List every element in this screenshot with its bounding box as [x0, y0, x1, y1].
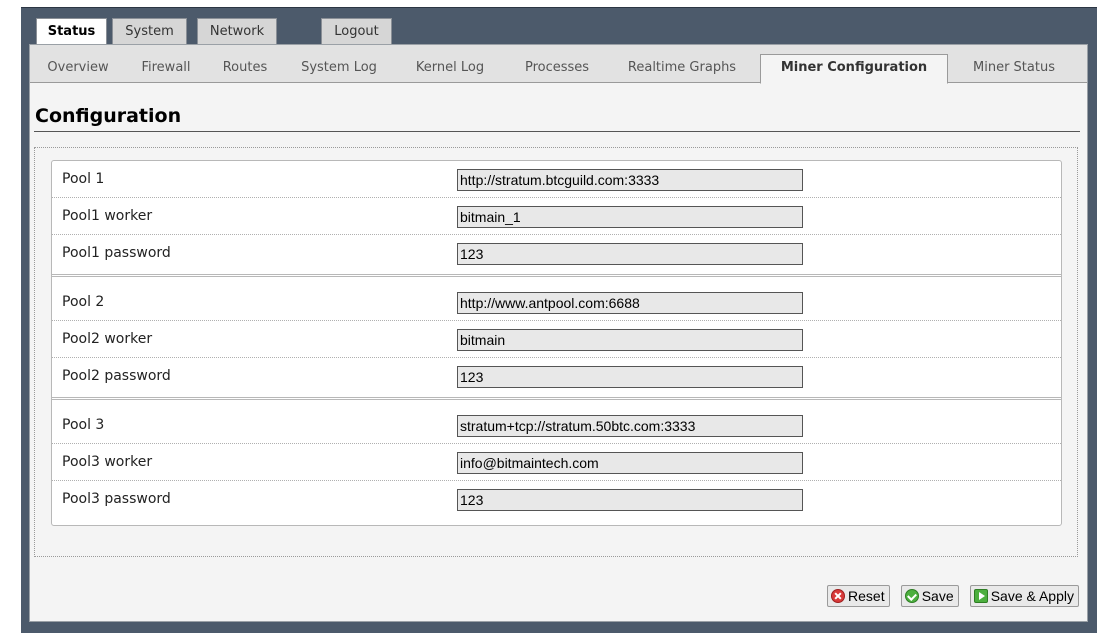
pool3-password-input[interactable]: [457, 489, 803, 511]
sub-tab-realtime-graphs[interactable]: Realtime Graphs: [612, 55, 752, 83]
title-divider: [34, 131, 1080, 132]
pool2-password-input[interactable]: [457, 366, 803, 388]
sub-tab-overview[interactable]: Overview: [38, 55, 118, 83]
save-apply-label: Save & Apply: [990, 588, 1074, 604]
save-apply-button[interactable]: Save & Apply: [969, 585, 1079, 607]
row-label: Pool3 worker: [62, 454, 153, 470]
save-apply-icon: [973, 589, 988, 603]
config-row-pool1-worker: Pool1 worker: [52, 198, 1061, 235]
pool-config-table: Pool 1 Pool1 worker Pool1 password Pool …: [51, 160, 1062, 526]
pool3-url-input[interactable]: [457, 415, 803, 437]
row-label: Pool1 worker: [62, 208, 153, 224]
top-tab-logout[interactable]: Logout: [321, 18, 392, 44]
config-row-pool3-password: Pool3 password: [52, 481, 1061, 518]
sub-tab-bar: Overview Firewall Routes System Log Kern…: [30, 45, 1087, 84]
row-label: Pool3 password: [62, 491, 171, 507]
pool2-url-input[interactable]: [457, 292, 803, 314]
config-row-pool2-password: Pool2 password: [52, 358, 1061, 400]
row-label: Pool 3: [62, 417, 105, 433]
config-row-pool3-worker: Pool3 worker: [52, 444, 1061, 481]
row-label: Pool 2: [62, 294, 105, 310]
row-label: Pool1 password: [62, 245, 171, 261]
sub-tab-processes[interactable]: Processes: [512, 55, 602, 83]
pool3-worker-input[interactable]: [457, 452, 803, 474]
sub-tab-routes[interactable]: Routes: [214, 55, 276, 83]
row-label: Pool 1: [62, 171, 105, 187]
sub-tab-system-log[interactable]: System Log: [288, 55, 390, 83]
top-tab-network[interactable]: Network: [197, 18, 277, 44]
form-actions: Reset Save Save & Apply: [821, 585, 1079, 607]
config-row-pool2-worker: Pool2 worker: [52, 321, 1061, 358]
save-icon: [904, 589, 919, 603]
config-row-pool2-url: Pool 2: [52, 284, 1061, 321]
reset-label: Reset: [848, 588, 885, 604]
sub-tab-miner-configuration[interactable]: Miner Configuration: [760, 54, 948, 84]
top-tab-system[interactable]: System: [112, 18, 187, 44]
config-row-pool1-password: Pool1 password: [52, 235, 1061, 277]
page-title: Configuration: [35, 105, 182, 127]
pool2-worker-input[interactable]: [457, 329, 803, 351]
top-tab-status[interactable]: Status: [36, 18, 107, 45]
config-fieldset: Pool 1 Pool1 worker Pool1 password Pool …: [34, 147, 1078, 557]
sub-tab-miner-status[interactable]: Miner Status: [954, 55, 1074, 83]
pool1-url-input[interactable]: [457, 169, 803, 191]
save-label: Save: [921, 588, 954, 604]
content-page: Overview Firewall Routes System Log Kern…: [29, 44, 1088, 622]
sub-tab-firewall[interactable]: Firewall: [130, 55, 202, 83]
config-row-pool3-url: Pool 3: [52, 407, 1061, 444]
reset-icon: [831, 589, 846, 603]
save-button[interactable]: Save: [900, 585, 959, 607]
row-label: Pool2 password: [62, 368, 171, 384]
sub-tab-kernel-log[interactable]: Kernel Log: [400, 55, 500, 83]
pool1-password-input[interactable]: [457, 243, 803, 265]
reset-button[interactable]: Reset: [827, 585, 890, 607]
config-row-pool1-url: Pool 1: [52, 161, 1061, 198]
pool1-worker-input[interactable]: [457, 206, 803, 228]
row-label: Pool2 worker: [62, 331, 153, 347]
